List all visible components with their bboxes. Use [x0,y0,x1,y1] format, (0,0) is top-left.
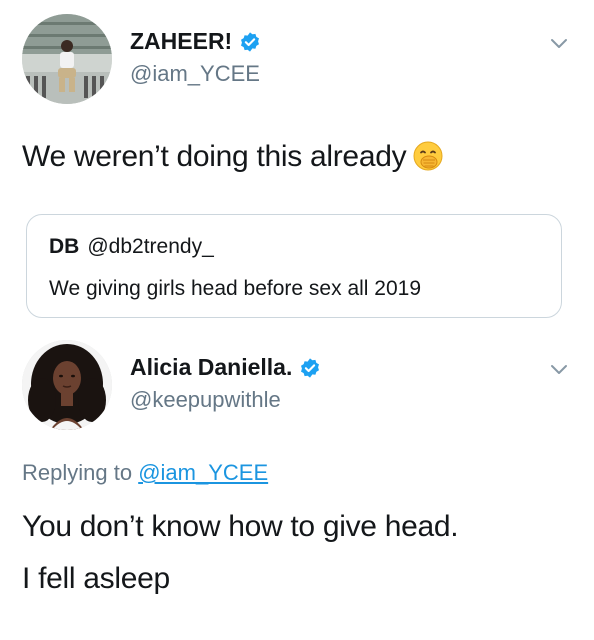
tweet-text-content: We weren’t doing this already [22,140,407,173]
author-name-row: ZAHEER! [130,28,261,55]
verified-badge-icon [301,357,320,378]
quoted-tweet-text: We giving girls head before sex all 2019 [49,277,422,300]
reply-text-line-2: I fell asleep [22,562,170,595]
quoted-tweet-author: DB @db2trendy_ [49,235,214,259]
quoted-author-handle: @db2trendy_ [87,235,214,258]
avatar-zaheer[interactable] [22,14,112,104]
quoted-tweet-card[interactable]: DB @db2trendy_ We giving girls head befor… [26,214,562,318]
author-display-name[interactable]: ZAHEER! [130,28,232,55]
replying-to-prefix: Replying to [22,460,133,485]
reply-text-line-1: You don’t know how to give head. [22,510,459,543]
author-handle[interactable]: @iam_YCEE [130,61,260,87]
tweet-header: ZAHEER! @iam_YCEE [22,14,574,104]
avatar-alicia[interactable] [22,340,112,430]
replying-to-link[interactable]: @iam_YCEE [138,460,268,485]
reply-author-display-name[interactable]: Alicia Daniella. [130,354,292,381]
chevron-down-icon[interactable] [550,364,568,376]
chevron-down-icon[interactable] [550,38,568,50]
verified-badge-icon [241,31,260,52]
reply-header: Alicia Daniella. @keepupwithle [22,340,574,430]
reply-author-handle[interactable]: @keepupwithle [130,387,281,413]
quoted-author-name: DB [49,235,80,258]
tweet-text: We weren’t doing this already [22,138,444,176]
face-with-hand-over-mouth-icon [413,141,443,171]
replying-to-line: Replying to @iam_YCEE [22,460,268,486]
reply-author-name-row: Alicia Daniella. [130,354,321,381]
